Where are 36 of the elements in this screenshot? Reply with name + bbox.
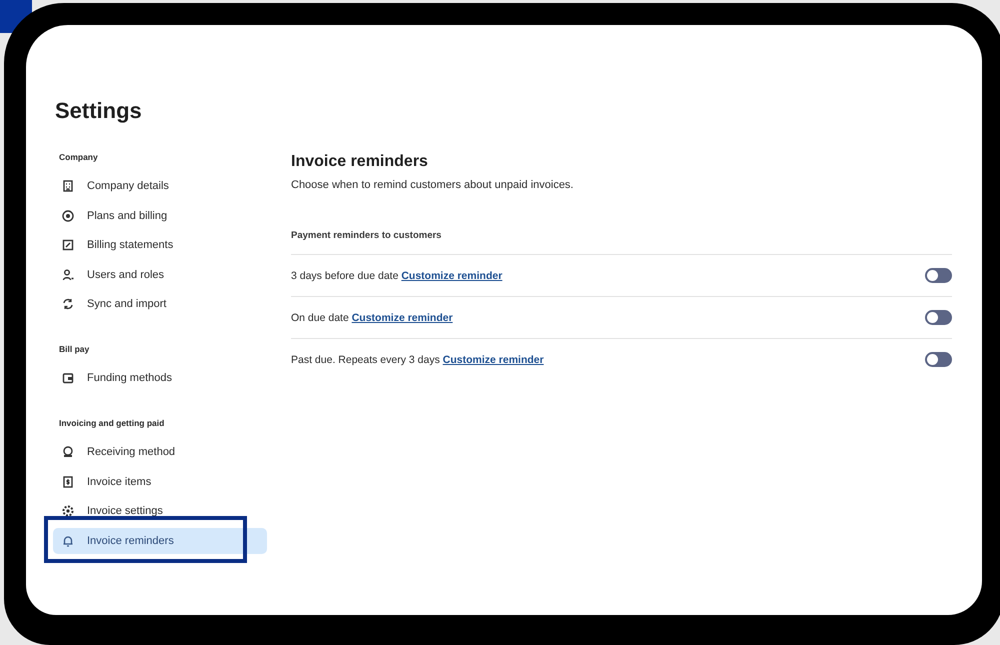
wallet-icon — [61, 371, 75, 385]
coins-icon — [61, 445, 75, 459]
pencil-square-icon — [61, 238, 75, 252]
sidebar-heading: Bill pay — [59, 344, 90, 354]
toggle-switch[interactable] — [925, 352, 952, 367]
toggle-switch[interactable] — [925, 310, 952, 325]
sidebar-item[interactable]: Funding methods — [53, 365, 267, 391]
toggle-switch[interactable] — [925, 268, 952, 283]
sidebar-heading: Company — [59, 152, 99, 162]
dollar-document-icon — [61, 474, 75, 488]
reminder-text: 3 days before due date Customize reminder — [291, 270, 502, 282]
customize-reminder-link[interactable]: Customize reminder — [401, 270, 502, 282]
sidebar-item[interactable]: Invoice items — [53, 468, 267, 494]
section-title: Invoice reminders — [291, 153, 429, 171]
gear-icon — [61, 504, 75, 518]
sidebar-heading: Invoicing and getting paid — [59, 418, 166, 428]
customize-reminder-link[interactable]: Customize reminder — [352, 312, 453, 324]
reminder-text: On due date Customize reminder — [291, 312, 453, 324]
bell-icon — [61, 534, 75, 548]
section-description: Choose when to remind customers about unpaid invoices. — [291, 179, 574, 191]
building-icon — [61, 179, 75, 193]
customize-reminder-link[interactable]: Customize reminder — [442, 354, 544, 366]
sidebar-item[interactable]: Invoice reminders — [53, 528, 267, 554]
page-title: Settings — [55, 98, 143, 124]
sidebar-item[interactable]: Billing statements — [53, 232, 267, 258]
sidebar-item[interactable]: Company details — [53, 173, 267, 199]
sidebar-item[interactable]: Plans and billing — [53, 202, 267, 228]
target-icon — [61, 208, 75, 222]
group-heading: Payment reminders to customers — [291, 230, 442, 241]
sidebar-item[interactable]: Invoice settings — [53, 498, 267, 524]
sync-icon — [61, 297, 75, 311]
user-icon — [61, 268, 75, 282]
sidebar-item[interactable]: Receiving method — [53, 439, 267, 465]
reminder-text: Past due. Repeats every 3 days Customize reminder — [291, 354, 544, 366]
sidebar-item[interactable]: Sync and import — [53, 291, 267, 317]
sidebar-item[interactable]: Users and roles — [53, 262, 267, 288]
